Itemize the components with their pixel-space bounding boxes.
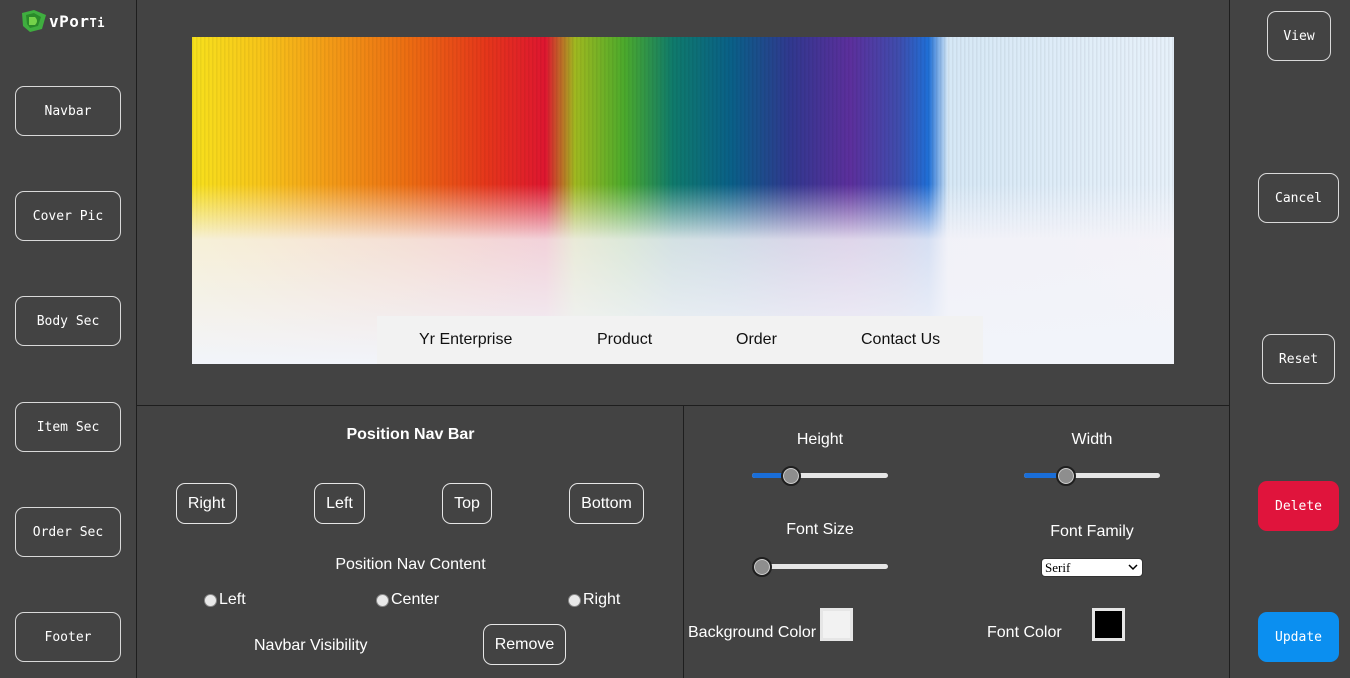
preview-nav-item-product: Product: [597, 331, 653, 348]
logo: vPorTi: [20, 6, 105, 36]
editor-root: vPorTi Navbar Cover Pic Body Sec Item Se…: [0, 0, 1350, 678]
font-size-label: Font Size: [786, 521, 854, 538]
font-color-picker[interactable]: [1092, 608, 1125, 641]
background-color-label: Background Color: [688, 624, 817, 641]
radio-icon[interactable]: [376, 593, 389, 607]
background-color-picker[interactable]: [820, 608, 853, 641]
radio-content-right[interactable]: Right: [568, 591, 620, 609]
sidebar-item-navbar[interactable]: Navbar: [15, 86, 121, 136]
chevron-down-icon: [1128, 564, 1138, 571]
sidebar-item-body-sec[interactable]: Body Sec: [15, 296, 121, 346]
preview-area: Yr Enterprise Product Order Contact Us: [137, 0, 1229, 406]
position-left-button[interactable]: Left: [314, 483, 365, 524]
preview-nav-item-order: Order: [736, 331, 777, 348]
font-family-select[interactable]: Serif: [1041, 558, 1143, 577]
view-button[interactable]: View: [1267, 11, 1331, 61]
height-label: Height: [796, 431, 844, 448]
left-sidebar: vPorTi Navbar Cover Pic Body Sec Item Se…: [0, 0, 137, 678]
preview-navbar: Yr Enterprise Product Order Contact Us: [377, 316, 983, 364]
width-label: Width: [1071, 431, 1113, 448]
sidebar-item-order-sec[interactable]: Order Sec: [15, 507, 121, 557]
sidebar-item-cover-pic[interactable]: Cover Pic: [15, 191, 121, 241]
font-size-slider[interactable]: [752, 557, 888, 577]
position-navbar-title: Position Nav Bar: [346, 426, 475, 443]
delete-button[interactable]: Delete: [1258, 481, 1339, 531]
style-panel: Height Width Font Size Font Family Serif…: [684, 406, 1229, 678]
radio-content-left[interactable]: Left: [204, 591, 246, 609]
cancel-button[interactable]: Cancel: [1258, 173, 1339, 223]
logo-text: vPorTi: [49, 11, 105, 31]
paint-texture: [192, 37, 1174, 364]
width-slider[interactable]: [1024, 466, 1160, 486]
position-top-button[interactable]: Top: [442, 483, 492, 524]
font-family-label: Font Family: [1050, 523, 1134, 540]
preview-nav-item-contact: Contact Us: [861, 331, 941, 348]
reset-button[interactable]: Reset: [1262, 334, 1335, 384]
slider-thumb[interactable]: [752, 557, 772, 577]
navbar-visibility-label: Navbar Visibility: [254, 637, 368, 654]
sidebar-item-item-sec[interactable]: Item Sec: [15, 402, 121, 452]
font-color-label: Font Color: [987, 624, 1062, 641]
position-panel: Position Nav Bar Right Left Top Bottom P…: [137, 406, 684, 678]
slider-thumb[interactable]: [781, 466, 801, 486]
position-bottom-button[interactable]: Bottom: [569, 483, 644, 524]
slider-thumb[interactable]: [1056, 466, 1076, 486]
position-right-button[interactable]: Right: [176, 483, 237, 524]
logo-icon: [22, 10, 46, 32]
right-sidebar: View Cancel Reset Delete Update: [1229, 0, 1350, 678]
cover-image: Yr Enterprise Product Order Contact Us: [192, 37, 1174, 364]
radio-content-center[interactable]: Center: [376, 591, 439, 609]
radio-icon[interactable]: [568, 593, 581, 607]
update-button[interactable]: Update: [1258, 612, 1339, 662]
sidebar-item-footer[interactable]: Footer: [15, 612, 121, 662]
position-content-title: Position Nav Content: [335, 556, 486, 573]
preview-nav-item-brand: Yr Enterprise: [419, 331, 513, 348]
remove-navbar-button[interactable]: Remove: [483, 624, 566, 665]
radio-icon[interactable]: [204, 593, 217, 607]
height-slider[interactable]: [752, 466, 888, 486]
